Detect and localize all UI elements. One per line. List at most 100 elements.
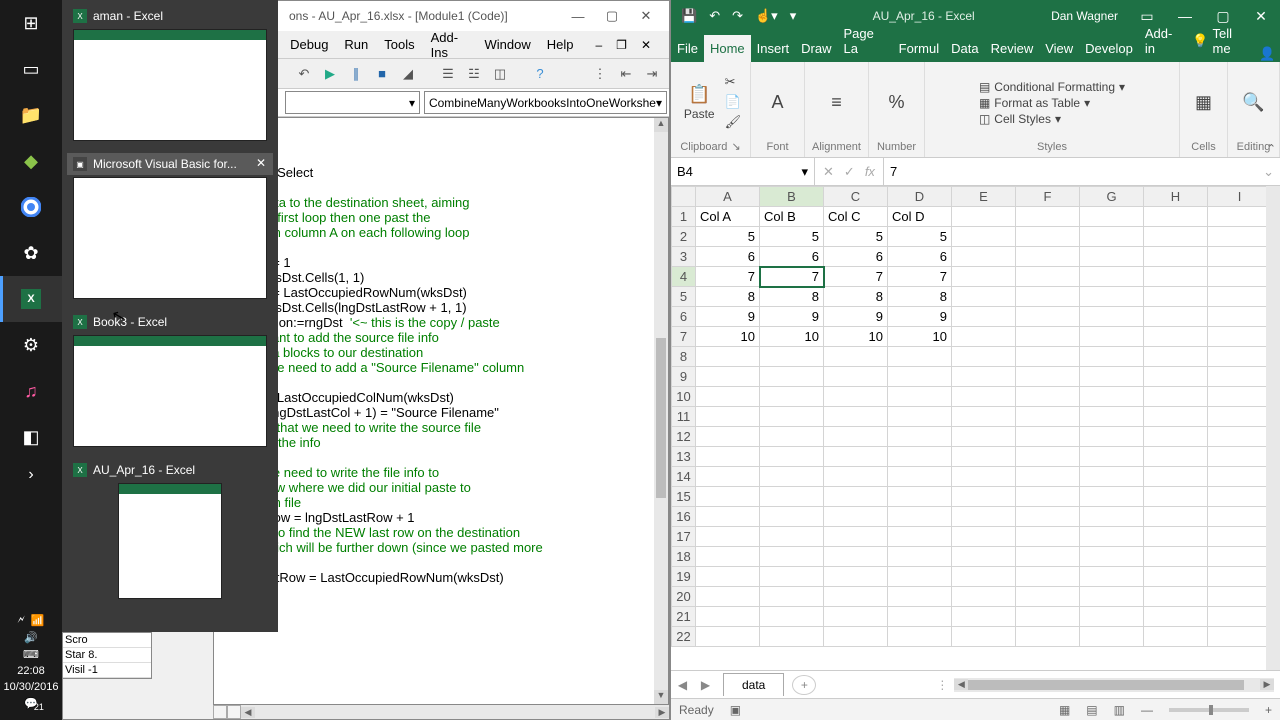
row-header[interactable]: 5 — [672, 287, 696, 307]
cell[interactable] — [952, 587, 1016, 607]
row-header[interactable]: 20 — [672, 587, 696, 607]
cell[interactable] — [1016, 307, 1080, 327]
sheet-tab-data[interactable]: data — [723, 673, 784, 696]
cell[interactable]: 9 — [696, 307, 760, 327]
cell[interactable] — [888, 347, 952, 367]
add-sheet-button[interactable]: + — [792, 675, 816, 695]
cell[interactable] — [952, 207, 1016, 227]
cell[interactable]: Col A — [696, 207, 760, 227]
alignment-button[interactable]: ≡ — [827, 90, 846, 115]
cell[interactable] — [1080, 247, 1144, 267]
cell[interactable] — [1080, 587, 1144, 607]
minimize-button[interactable]: — — [561, 9, 595, 24]
grid-vertical-scrollbar[interactable] — [1266, 186, 1280, 670]
cell[interactable] — [952, 387, 1016, 407]
cell[interactable] — [952, 487, 1016, 507]
cell[interactable] — [952, 367, 1016, 387]
cell[interactable] — [1144, 587, 1208, 607]
column-header[interactable]: C — [824, 187, 888, 207]
cell[interactable] — [1144, 307, 1208, 327]
task-thumbnail[interactable]: ▣Microsoft Visual Basic for...✕ — [66, 152, 274, 306]
cell[interactable] — [696, 487, 760, 507]
cell[interactable] — [1080, 307, 1144, 327]
row-header[interactable]: 13 — [672, 447, 696, 467]
object-browser-icon[interactable]: ◫ — [491, 65, 509, 83]
cell[interactable] — [1016, 207, 1080, 227]
keyboard-icon[interactable]: ⌨ — [23, 648, 39, 661]
cell[interactable]: 5 — [696, 227, 760, 247]
row-header[interactable]: 10 — [672, 387, 696, 407]
tab-home[interactable]: Home — [704, 35, 751, 62]
cell[interactable]: 5 — [888, 227, 952, 247]
zoom-in-icon[interactable]: + — [1265, 703, 1272, 717]
cell[interactable] — [1080, 287, 1144, 307]
cell[interactable] — [696, 547, 760, 567]
expand-formula-icon[interactable]: ⌄ — [1263, 164, 1274, 180]
wifi-icon[interactable]: 📶 — [31, 614, 45, 627]
indent-icon[interactable]: ⇥ — [643, 65, 661, 83]
cancel-icon[interactable]: ✕ — [823, 164, 834, 180]
maximize-button[interactable]: ▢ — [595, 8, 629, 24]
volume-icon[interactable]: 🔊 — [24, 631, 38, 644]
tell-me[interactable]: 💡 Tell me — [1184, 20, 1255, 62]
cell[interactable] — [1016, 287, 1080, 307]
stop-icon[interactable]: ■ — [373, 65, 391, 83]
cell[interactable]: 6 — [760, 247, 824, 267]
cell[interactable] — [888, 607, 952, 627]
cell[interactable] — [696, 507, 760, 527]
cell[interactable] — [1144, 227, 1208, 247]
cell[interactable] — [1144, 347, 1208, 367]
cell[interactable] — [1208, 547, 1272, 567]
child-restore-button[interactable]: ❐ — [610, 36, 633, 54]
tab-file[interactable]: File — [671, 35, 704, 62]
row-header[interactable]: 17 — [672, 527, 696, 547]
cell[interactable] — [824, 567, 888, 587]
tab-view[interactable]: View — [1039, 35, 1079, 62]
cell[interactable] — [696, 587, 760, 607]
cell[interactable] — [824, 627, 888, 647]
cell[interactable] — [696, 347, 760, 367]
cell[interactable] — [952, 307, 1016, 327]
cell[interactable] — [1016, 347, 1080, 367]
cell[interactable] — [1208, 487, 1272, 507]
column-header[interactable]: F — [1016, 187, 1080, 207]
cell[interactable] — [824, 487, 888, 507]
cell[interactable] — [760, 347, 824, 367]
cell[interactable] — [952, 507, 1016, 527]
cell[interactable] — [952, 287, 1016, 307]
cell[interactable] — [1016, 627, 1080, 647]
cell[interactable] — [1016, 247, 1080, 267]
cell[interactable] — [952, 527, 1016, 547]
cell[interactable] — [1208, 287, 1272, 307]
cell[interactable] — [1208, 347, 1272, 367]
page-break-view-icon[interactable]: ▥ — [1114, 703, 1125, 717]
cell[interactable]: 7 — [824, 267, 888, 287]
column-header[interactable]: E — [952, 187, 1016, 207]
cell[interactable] — [888, 407, 952, 427]
clock-date[interactable]: 10/30/2016 — [3, 681, 58, 693]
help-icon[interactable]: ? — [531, 65, 549, 83]
cell[interactable] — [952, 327, 1016, 347]
normal-view-icon[interactable]: ▦ — [1059, 703, 1070, 717]
editing-button[interactable]: 🔍 — [1238, 90, 1268, 115]
row-header[interactable]: 2 — [672, 227, 696, 247]
cell[interactable] — [1080, 567, 1144, 587]
run-icon[interactable]: ▶ — [321, 65, 339, 83]
prev-sheet-icon[interactable]: ◀ — [678, 678, 687, 692]
cell[interactable] — [1080, 387, 1144, 407]
cell[interactable] — [1144, 607, 1208, 627]
properties-icon[interactable]: ☳ — [465, 65, 483, 83]
cell[interactable] — [824, 407, 888, 427]
task-thumbnail[interactable]: XBook3 - Excel — [66, 310, 274, 454]
cell[interactable] — [952, 547, 1016, 567]
cell[interactable]: Col D — [888, 207, 952, 227]
cell[interactable]: 6 — [824, 247, 888, 267]
outdent-icon[interactable]: ⇤ — [617, 65, 635, 83]
zoom-out-icon[interactable]: — — [1141, 703, 1153, 717]
cell[interactable] — [1080, 467, 1144, 487]
cell[interactable] — [1080, 447, 1144, 467]
name-box[interactable]: B4▾ — [671, 158, 815, 185]
vertical-scrollbar[interactable]: ▲▼ — [654, 118, 668, 704]
cell[interactable] — [824, 447, 888, 467]
cell[interactable] — [952, 267, 1016, 287]
